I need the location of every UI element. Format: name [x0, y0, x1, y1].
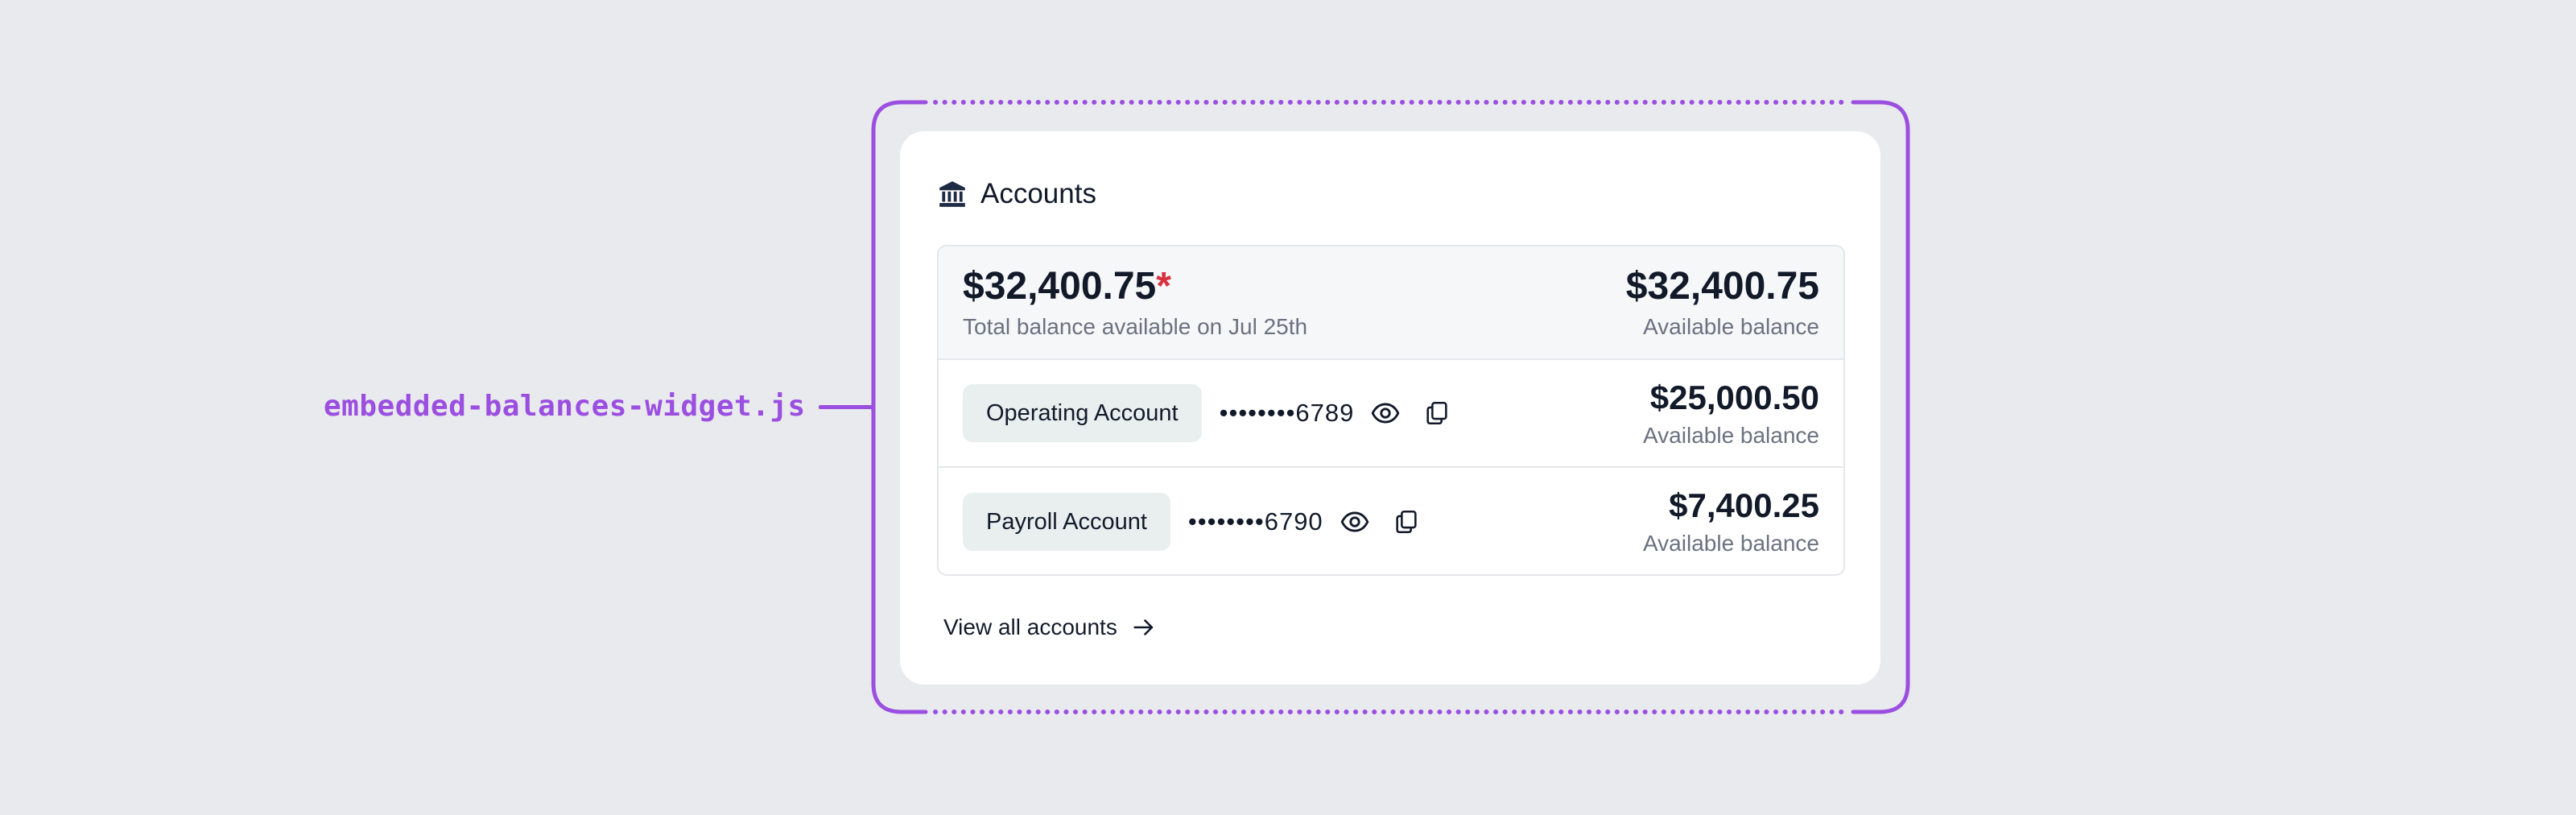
arrow-right-icon	[1133, 619, 1154, 635]
account-info: Operating Account ••••••••6789	[963, 360, 1472, 466]
view-all-accounts-link[interactable]: View all accounts	[943, 607, 1158, 647]
accounts-list: $32,400.75* Total balance available on J…	[937, 245, 1845, 576]
bank-icon	[939, 181, 965, 207]
total-available-caption: Available balance	[1643, 314, 1819, 339]
account-balance-caption: Available balance	[1643, 531, 1819, 556]
total-available-balance: $32,400.75 Available balance	[1626, 263, 1819, 343]
total-balance-amount: $32,400.75*	[963, 263, 1307, 311]
total-balance-row: $32,400.75* Total balance available on J…	[939, 246, 1843, 360]
account-name-badge: Operating Account	[963, 384, 1202, 442]
stage: embedded-balances-widget.js Accounts $32…	[0, 0, 2576, 815]
show-number-eye-icon[interactable]	[1338, 505, 1372, 539]
account-name-badge: Payroll Account	[963, 493, 1170, 551]
account-balance: $25,000.50 Available balance	[1643, 376, 1819, 452]
copy-icon[interactable]	[1389, 505, 1423, 539]
copy-icon[interactable]	[1420, 396, 1454, 430]
account-row-payroll: Payroll Account ••••••••6790 $7,400.25 A…	[939, 468, 1843, 574]
account-info: Payroll Account ••••••••6790	[963, 468, 1441, 574]
account-balance: $7,400.25 Available balance	[1643, 484, 1819, 560]
connector-line	[819, 405, 873, 409]
show-number-eye-icon[interactable]	[1368, 396, 1402, 430]
total-available-amount: $32,400.75	[1625, 265, 1819, 308]
masked-account-number: ••••••••6790	[1187, 507, 1323, 536]
total-balance-caption: Total balance available on Jul 25th	[963, 314, 1308, 339]
account-row-operating: Operating Account ••••••••6789 $25,000.5…	[939, 360, 1843, 468]
accounts-card: Accounts $32,400.75* Total balance avail…	[900, 131, 1880, 685]
total-balance-left: $32,400.75* Total balance available on J…	[963, 263, 1307, 343]
view-all-accounts-label: View all accounts	[943, 614, 1117, 639]
asterisk-marker: *	[1156, 265, 1171, 308]
file-label: embedded-balances-widget.js	[324, 390, 806, 423]
card-title: Accounts	[980, 178, 1096, 209]
masked-account-number: ••••••••6789	[1219, 399, 1355, 427]
account-balance-amount: $7,400.25	[1669, 486, 1819, 524]
account-balance-amount: $25,000.50	[1649, 379, 1819, 416]
card-header: Accounts	[937, 172, 1096, 217]
total-amount-text: $32,400.75	[963, 265, 1157, 308]
account-balance-caption: Available balance	[1643, 423, 1819, 448]
